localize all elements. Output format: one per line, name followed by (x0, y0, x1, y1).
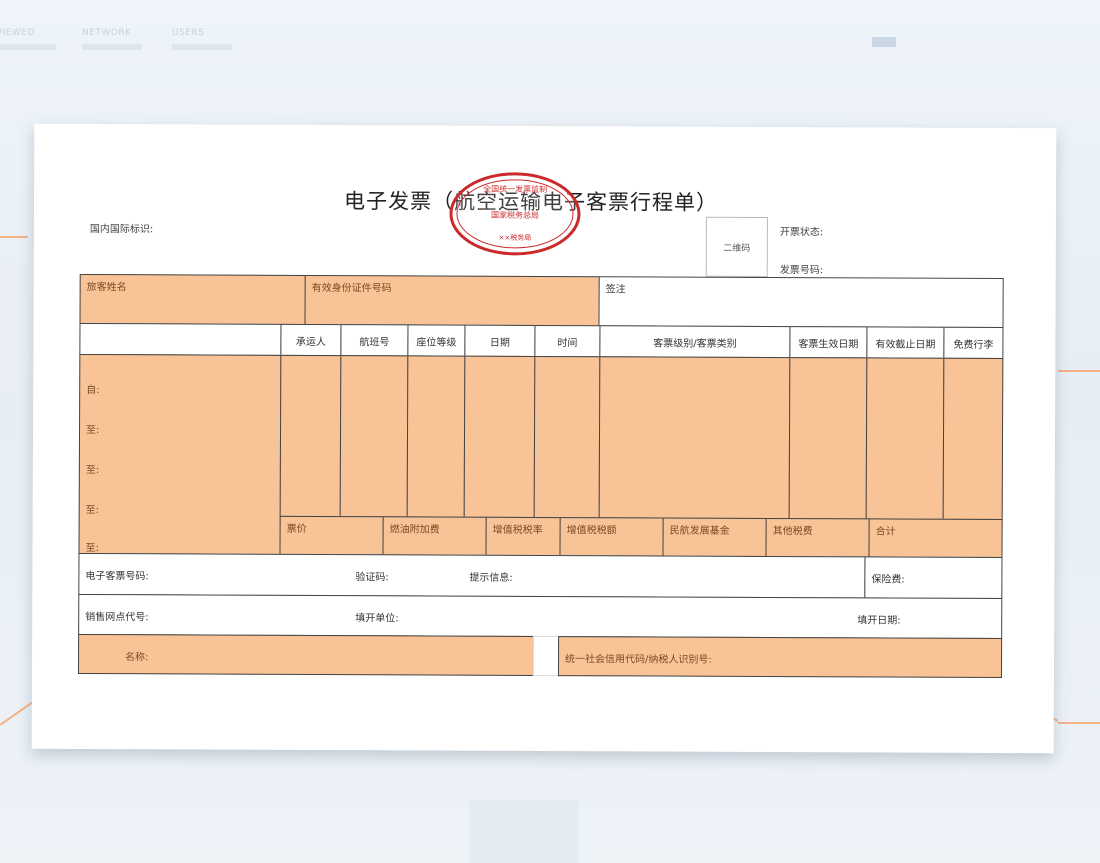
flight-number-cell (339, 355, 409, 518)
agent-row: 销售网点代号: 填开单位: 填开日期: (78, 593, 1003, 640)
fuel-surcharge-cell: 燃油附加费 (382, 516, 487, 556)
background-tab: USERS (172, 28, 232, 50)
invoice-number-label: 发票号码: (779, 265, 824, 277)
agent-code-label: 销售网点代号: (85, 611, 149, 624)
route-to-label: 至: (86, 425, 100, 437)
issue-status-label: 开票状态: (779, 227, 824, 239)
passenger-name-label: 旅客姓名 (86, 282, 127, 294)
fare-label: 票价 (286, 523, 307, 535)
insurance-cell: 保险费: (864, 556, 1003, 600)
col-valid-until: 有效截止日期 (866, 326, 945, 359)
header-blank-cell (79, 322, 282, 356)
valid-until-cell (865, 357, 945, 520)
buyer-tax-id-cell: 统一社会信用代码/纳税人识别号: (557, 636, 1003, 679)
other-taxes-cell: 其他税费 (765, 517, 870, 558)
col-carrier: 承运人 (280, 323, 342, 357)
e-ticket-number-label: 电子客票号码: (85, 571, 149, 583)
col-seat-class: 座位等级 (407, 324, 466, 357)
vat-amount-cell: 增值税税额 (559, 517, 664, 557)
fare-cell: 票价 (279, 515, 384, 556)
background-panel (0, 265, 28, 395)
remarks-cell: 签注 (598, 276, 1004, 329)
passenger-name-cell: 旅客姓名 (79, 273, 306, 325)
notice-label: 提示信息: (469, 572, 513, 584)
buyer-tax-id-label: 统一社会信用代码/纳税人识别号: (565, 654, 712, 666)
carrier-cell (279, 354, 342, 518)
buyer-name-label: 名称: (125, 652, 149, 664)
col-valid-from: 客票生效日期 (789, 326, 868, 359)
route-to-label: 至: (85, 543, 99, 555)
route-cell: 自: 至: 至: 至: 至: (78, 353, 282, 555)
total-cell: 合计 (868, 518, 1003, 559)
verification-code-label: 验证码: (355, 572, 389, 584)
total-label: 合计 (875, 526, 896, 538)
vat-rate-label: 增值税税率 (492, 524, 543, 536)
free-baggage-cell (942, 357, 1004, 521)
route-to-label: 至: (85, 465, 100, 477)
decor-line (1058, 722, 1100, 724)
vat-amount-label: 增值税税额 (566, 525, 617, 537)
date-cell (463, 355, 536, 518)
col-date: 日期 (464, 324, 536, 357)
invoice-sheet: 电子发票（航空运输电子客票行程单） 全国统一发票监制 国家税务总局 ××税务局 … (31, 123, 1057, 754)
other-taxes-label: 其他税费 (772, 525, 813, 538)
col-fare-basis: 客票级别/客票类别 (599, 325, 791, 359)
id-number-label: 有效身份证件号码 (311, 282, 392, 295)
fuel-surcharge-label: 燃油附加费 (389, 524, 440, 536)
background-panel (470, 800, 578, 863)
itinerary-table: 旅客姓名 有效身份证件号码 签注 承运人 航班号 座位等级 日期 时间 客票级别… (77, 273, 1004, 679)
route-from-label: 自: (86, 385, 100, 397)
civil-aviation-fund-label: 民航发展基金 (669, 525, 730, 537)
col-flight-number: 航班号 (340, 324, 409, 357)
qr-code-placeholder: 二维码 (705, 216, 768, 277)
e-ticket-row: 电子客票号码: 验证码: 提示信息: (78, 552, 866, 599)
svg-text:全国统一发票监制: 全国统一发票监制 (483, 184, 547, 194)
vat-rate-cell: 增值税税率 (485, 516, 561, 557)
decor-line (1058, 370, 1100, 372)
col-free-baggage: 免费行李 (943, 326, 1004, 360)
svg-text:国家税务总局: 国家税务总局 (491, 210, 539, 220)
buyer-gap-cell (532, 635, 560, 677)
col-time: 时间 (534, 324, 601, 358)
time-cell (533, 355, 601, 519)
route-to-label: 至: (85, 505, 100, 517)
issuer-label: 填开单位: (355, 613, 399, 625)
svg-text:××税务局: ××税务局 (498, 233, 531, 242)
id-number-cell: 有效身份证件号码 (304, 274, 600, 327)
background-chip (872, 37, 896, 47)
fare-basis-cell (598, 356, 791, 520)
official-seal-icon: 全国统一发票监制 国家税务总局 ××税务局 (449, 172, 581, 256)
insurance-label: 保险费: (871, 574, 905, 586)
remarks-label: 签注 (605, 284, 626, 296)
buyer-name-cell: 名称: (77, 633, 535, 676)
domestic-intl-flag-label: 国内国际标识: (89, 224, 154, 236)
background-tab: VIEWED (0, 28, 56, 50)
civil-aviation-fund-cell: 民航发展基金 (662, 517, 767, 557)
decor-line (0, 236, 28, 238)
qr-code-label: 二维码 (723, 243, 751, 254)
background-tab: NETWORK (82, 28, 142, 50)
valid-from-cell (788, 357, 868, 520)
seat-class-cell (406, 355, 466, 518)
issue-date-label: 填开日期: (857, 615, 901, 627)
